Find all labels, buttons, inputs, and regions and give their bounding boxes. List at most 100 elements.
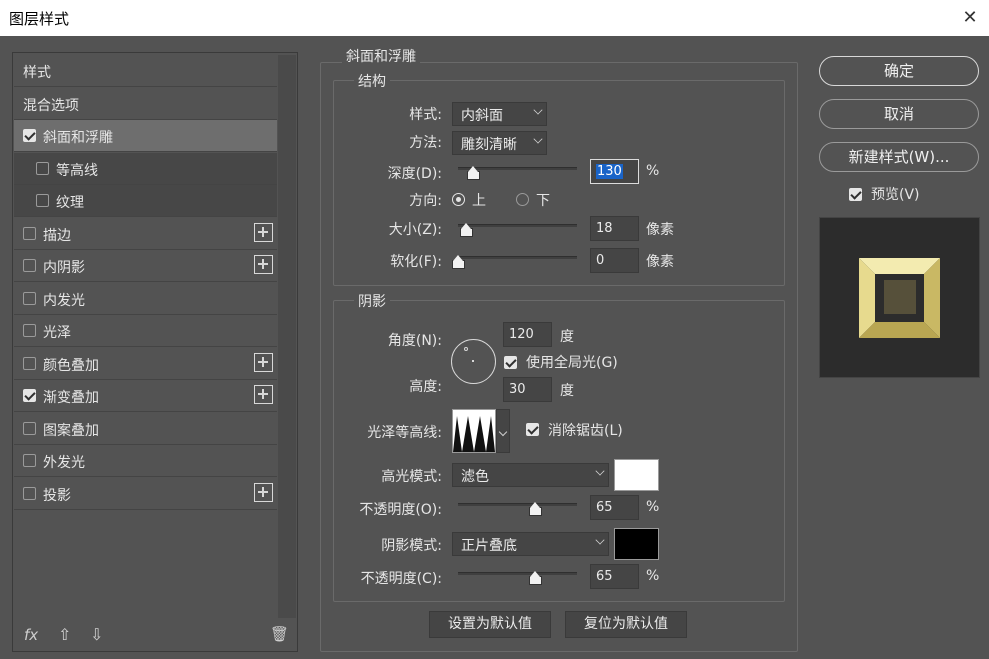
style-item-label: 混合选项 — [23, 98, 79, 114]
style-item-label: 颜色叠加 — [43, 358, 99, 374]
style-preview — [819, 217, 980, 378]
add-icon[interactable] — [254, 223, 273, 242]
soften-slider[interactable] — [458, 256, 577, 259]
style-item-label: 渐变叠加 — [43, 390, 99, 406]
style-item-outer-glow[interactable]: 外发光 — [14, 445, 277, 477]
highlight-opacity-thumb[interactable] — [529, 502, 543, 516]
style-item-bevel-emboss[interactable]: 斜面和浮雕 — [14, 120, 277, 152]
highlight-mode-select[interactable]: 滤色 — [452, 463, 609, 487]
color-overlay-checkbox[interactable] — [23, 357, 36, 370]
new-style-button[interactable]: 新建样式(W)... — [819, 142, 979, 172]
highlight-opacity-label: 不透明度(O): — [359, 502, 442, 518]
shadow-mode-select[interactable]: 正片叠底 — [452, 532, 609, 556]
make-default-button[interactable]: 设置为默认值 — [429, 611, 551, 638]
add-icon[interactable] — [254, 385, 273, 404]
soften-slider-thumb[interactable] — [452, 255, 465, 269]
size-unit: 像素 — [646, 222, 674, 238]
style-item-satin[interactable]: 光泽 — [14, 315, 277, 347]
inner-shadow-checkbox[interactable] — [23, 259, 36, 272]
contour-checkbox[interactable] — [36, 162, 49, 175]
shadow-opacity-label: 不透明度(C): — [360, 571, 442, 587]
global-light-checkbox[interactable] — [504, 356, 517, 369]
style-item-gradient-overlay[interactable]: 渐变叠加 — [14, 380, 277, 412]
gloss-contour-preview[interactable] — [452, 409, 496, 453]
add-icon[interactable] — [254, 353, 273, 372]
style-item-texture[interactable]: 纹理 — [14, 185, 277, 217]
cancel-button[interactable]: 取消 — [819, 99, 979, 129]
antialias-checkbox[interactable] — [526, 423, 539, 436]
move-up-icon[interactable]: ⇧ — [58, 625, 71, 644]
shadow-color-swatch[interactable] — [614, 528, 659, 560]
bevel-preview-image — [859, 258, 940, 338]
direction-up-label: 上 — [472, 193, 486, 209]
global-light-label: 使用全局光(G) — [526, 355, 618, 371]
direction-up-radio[interactable] — [452, 193, 465, 206]
depth-input[interactable]: 130 — [590, 159, 639, 184]
texture-checkbox[interactable] — [36, 194, 49, 207]
soften-label: 软化(F): — [390, 254, 442, 270]
highlight-mode-label: 高光模式: — [381, 469, 442, 485]
chevron-down-icon — [533, 134, 543, 144]
highlight-opacity-slider[interactable] — [458, 503, 577, 506]
trash-icon[interactable]: 🗑 — [270, 625, 289, 643]
add-icon[interactable] — [254, 255, 273, 274]
ok-button[interactable]: 确定 — [819, 56, 979, 86]
highlight-color-swatch[interactable] — [614, 459, 659, 491]
add-icon[interactable] — [254, 483, 273, 502]
style-item-pattern-overlay[interactable]: 图案叠加 — [14, 413, 277, 445]
style-item-drop-shadow[interactable]: 投影 — [14, 478, 277, 510]
gloss-contour-dropdown[interactable] — [496, 409, 510, 453]
move-down-icon[interactable]: ⇩ — [90, 625, 103, 644]
reset-default-button[interactable]: 复位为默认值 — [565, 611, 687, 638]
angle-center-icon — [472, 360, 474, 362]
altitude-label: 高度: — [409, 379, 442, 395]
soften-input[interactable]: 0 — [590, 248, 639, 273]
title-bar: 图层样式 ✕ — [0, 0, 989, 36]
gloss-contour-icon — [453, 416, 495, 452]
style-item-inner-shadow[interactable]: 内阴影 — [14, 250, 277, 282]
altitude-input[interactable]: 30 — [503, 377, 552, 402]
styles-scrollbar[interactable] — [278, 55, 296, 618]
bevel-style-select[interactable]: 内斜面 — [452, 102, 547, 126]
inner-glow-checkbox[interactable] — [23, 292, 36, 305]
size-input[interactable]: 18 — [590, 216, 639, 241]
stroke-checkbox[interactable] — [23, 227, 36, 240]
shadow-opacity-slider[interactable] — [458, 572, 577, 575]
antialias-label: 消除锯齿(L) — [548, 423, 623, 439]
satin-checkbox[interactable] — [23, 324, 36, 337]
direction-down-radio[interactable] — [516, 193, 529, 206]
technique-select[interactable]: 雕刻清晰 — [452, 131, 547, 155]
size-slider[interactable] — [458, 224, 577, 227]
style-item-blending-options[interactable]: 混合选项 — [14, 88, 277, 120]
outer-glow-checkbox[interactable] — [23, 454, 36, 467]
size-slider-thumb[interactable] — [460, 223, 474, 237]
depth-slider-thumb[interactable] — [467, 166, 481, 180]
direction-label: 方向: — [409, 193, 442, 209]
bevel-emboss-title: 斜面和浮雕 — [342, 46, 420, 66]
gradient-overlay-checkbox[interactable] — [23, 389, 36, 402]
style-item-styles[interactable]: 样式 — [14, 55, 277, 87]
angle-dial[interactable] — [451, 339, 496, 384]
style-item-inner-glow[interactable]: 内发光 — [14, 283, 277, 315]
highlight-opacity-input[interactable]: 65 — [590, 495, 639, 520]
depth-value: 130 — [596, 164, 623, 179]
angle-input[interactable]: 120 — [503, 322, 552, 347]
window-title: 图层样式 — [9, 10, 70, 28]
preview-checkbox[interactable] — [849, 188, 862, 201]
fx-icon[interactable]: fx — [24, 626, 38, 644]
altitude-unit: 度 — [560, 383, 574, 399]
preview-label: 预览(V) — [871, 187, 920, 203]
drop-shadow-checkbox[interactable] — [23, 487, 36, 500]
angle-marker-icon — [464, 347, 468, 351]
pattern-overlay-checkbox[interactable] — [23, 422, 36, 435]
close-icon[interactable]: ✕ — [957, 6, 983, 30]
style-item-stroke[interactable]: 描边 — [14, 218, 277, 250]
style-item-color-overlay[interactable]: 颜色叠加 — [14, 348, 277, 380]
bevel-checkbox[interactable] — [23, 129, 36, 142]
bevel-style-value: 内斜面 — [461, 108, 503, 124]
style-item-contour[interactable]: 等高线 — [14, 153, 277, 185]
shadow-mode-value: 正片叠底 — [461, 538, 517, 554]
shading-title: 阴影 — [354, 291, 390, 311]
shadow-opacity-thumb[interactable] — [529, 571, 543, 585]
shadow-opacity-input[interactable]: 65 — [590, 564, 639, 589]
